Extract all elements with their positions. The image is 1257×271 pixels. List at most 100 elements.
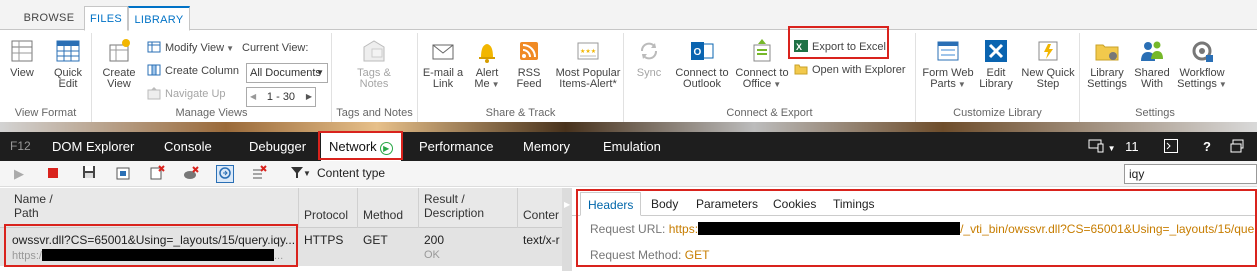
tags-notes-button[interactable]: Tags & Notes [352,37,396,90]
table-header: Name / Path Protocol Method Result / Des… [0,188,562,228]
modify-view-label: Modify View [165,42,225,54]
devtools-tab-bar: F12 DOM Explorer Console Debugger Networ… [0,132,1257,161]
group-label-share-track: Share & Track [485,107,556,119]
tab-console[interactable]: Console [164,132,212,161]
connect-to-outlook-button[interactable]: O Connect to Outlook [674,37,730,90]
form-web-parts-button[interactable]: Form Web Parts ▼ [920,37,976,90]
group-view-format: View Quick Edit View Format [0,33,92,122]
tab-dom-explorer[interactable]: DOM Explorer [52,132,134,161]
monitor-icon [1088,139,1104,153]
quick-edit-button[interactable]: Quick Edit [50,37,86,90]
current-view-select[interactable]: All Documents ▼ [246,63,328,83]
navigate-up-icon [147,87,161,100]
email-label-2: Link [432,78,454,90]
import-icon[interactable] [114,165,132,183]
console-toggle-icon[interactable] [1164,132,1178,161]
request-description: OK [424,249,440,261]
create-view-button[interactable]: Create View [100,37,138,90]
modify-view-button[interactable]: Modify View ▼ [147,39,234,57]
col-protocol[interactable]: Protocol [304,208,348,222]
svg-text:★★★: ★★★ [580,48,596,55]
shared-with-button[interactable]: Shared With [1132,37,1172,90]
help-icon[interactable]: ? [1203,132,1211,161]
tab-browse[interactable]: BROWSE [18,6,80,31]
new-quick-step-button[interactable]: New Quick Step [1018,37,1078,90]
sync-button[interactable]: Sync [634,37,664,79]
export-highlight-box [788,26,889,59]
office-icon [753,39,771,62]
clear-cache-icon[interactable] [182,165,200,183]
next-page-icon[interactable]: ▶ [306,88,312,106]
ribbon: BROWSE FILES LIBRARY View Quick Edit Vie… [0,0,1257,122]
create-column-icon [147,64,161,76]
rss-feed-button[interactable]: RSS Feed [514,37,544,90]
current-view-label: Current View: [242,42,309,54]
sync-icon [641,42,657,60]
connect-to-office-button[interactable]: Connect to Office ▼ [734,37,790,90]
workflow-icon [1192,41,1213,62]
chevron-down-icon: ▼ [491,80,500,89]
pane-splitter[interactable]: ▶ [562,188,572,271]
form-web-parts-icon [937,41,959,61]
network-toolbar: ▶ ▼ Content type iqy [0,161,1257,187]
library-settings-button[interactable]: Library Settings [1084,37,1130,90]
open-with-explorer-label: Open with Explorer [812,64,906,76]
chevron-down-icon: ▼ [316,68,324,77]
tab-memory[interactable]: Memory [523,132,570,161]
save-icon[interactable] [80,165,98,183]
col-path-label: Path [14,206,39,220]
collapse-pane-icon[interactable]: ▶ [564,200,570,209]
view-button[interactable]: View [6,37,38,79]
ribbon-tab-row: BROWSE FILES LIBRARY [0,0,1257,31]
modify-view-icon [147,41,161,53]
sync-label: Sync [636,67,662,79]
bell-icon [479,44,495,63]
tab-files[interactable]: FILES [84,6,128,31]
workflow-settings-button[interactable]: Workflow Settings ▼ [1174,37,1230,90]
group-label-settings: Settings [1135,107,1175,119]
navigate-up-button[interactable]: Navigate Up [147,85,226,103]
rss-label-2: Feed [516,78,542,90]
chevron-down-icon: ▼ [1107,144,1116,153]
alert-me-button[interactable]: Alert Me ▼ [470,37,504,90]
group-tags-notes: Tags & Notes Tags and Notes [332,33,418,122]
col-method[interactable]: Method [363,208,403,222]
request-method: GET [363,233,388,247]
chevron-down-icon: ▼ [1218,80,1227,89]
group-customize-library: Form Web Parts ▼ Edit Library New Quick S… [916,33,1080,122]
tab-emulation[interactable]: Emulation [603,132,661,161]
chevron-down-icon: ▼ [226,44,235,53]
request-result: 200 [424,233,445,247]
open-with-explorer-button[interactable]: Open with Explorer [794,61,906,79]
view-label: View [10,67,34,79]
create-column-button[interactable]: Create Column [147,62,239,80]
stop-profiling-icon[interactable] [44,165,62,183]
col-result-description[interactable]: Result / Description [424,192,484,220]
browser-mode-selector[interactable]: ▼ 11 [1088,132,1139,161]
tab-performance[interactable]: Performance [419,132,493,161]
prev-page-icon[interactable]: ◀ [250,88,256,106]
group-label-tags-notes: Tags and Notes [336,107,413,119]
most-popular-items-alert-button[interactable]: ★★★ Most Popular Items-Alert* [552,37,624,90]
content-type-filter[interactable]: Content type [317,166,385,180]
tab-library[interactable]: LIBRARY [128,6,190,31]
pager[interactable]: ◀ 1 - 30 ▶ [246,87,316,107]
clear-session-icon[interactable] [148,165,166,183]
folder-icon [794,64,808,75]
tab-debugger[interactable]: Debugger [249,132,306,161]
navigate-up-label: Navigate Up [165,88,226,100]
always-refresh-icon[interactable] [216,165,234,183]
search-input[interactable]: iqy [1124,164,1257,184]
request-content-type: text/x-r [523,233,560,247]
current-view-value: All Documents [250,67,321,79]
edit-library-button[interactable]: Edit Library [978,37,1014,90]
chevron-down-icon[interactable]: ▼ [303,169,311,178]
clear-entries-icon[interactable] [250,165,268,183]
email-link-button[interactable]: E-mail a Link [422,37,464,90]
create-view-label-2: View [107,78,131,90]
undock-icon[interactable] [1230,132,1244,161]
col-content-type[interactable]: Conter [523,208,559,222]
group-label-manage-views: Manage Views [175,107,248,119]
col-name-path[interactable]: Name / Path [14,192,53,220]
start-profiling-icon[interactable]: ▶ [10,165,28,183]
